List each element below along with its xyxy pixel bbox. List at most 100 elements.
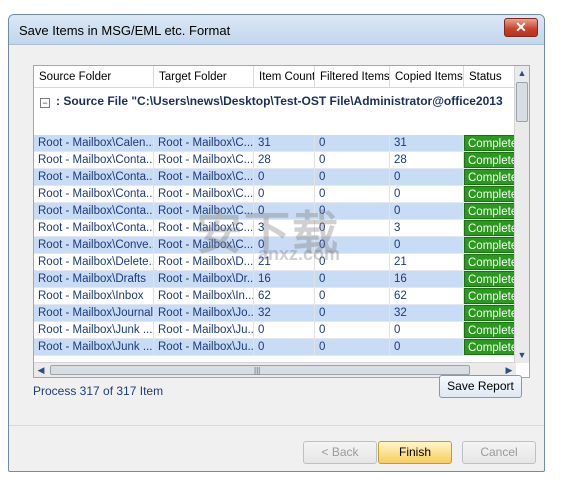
- cell-status: Completed: [464, 271, 516, 287]
- table-row[interactable]: Root - Mailbox\Calen... Root - Mailbox\C.…: [34, 135, 516, 152]
- column-header-target-folder[interactable]: Target Folder: [154, 66, 254, 88]
- status-badge: Completed: [464, 322, 515, 338]
- watermark-url: anxz.com: [258, 244, 341, 264]
- cell-item-count: 0: [254, 339, 315, 355]
- cell-item-count: 31: [254, 135, 315, 151]
- source-file-group-label: : Source File "C:\Users\news\Desktop\Tes…: [56, 94, 503, 108]
- table-row[interactable]: Root - Mailbox\Conta... Root - Mailbox\C.…: [34, 169, 516, 186]
- cell-item-count: 0: [254, 322, 315, 338]
- cell-filtered-items: 0: [315, 339, 390, 355]
- source-file-group-row[interactable]: −: Source File "C:\Users\news\Desktop\Te…: [34, 90, 516, 112]
- cell-source-folder: Root - Mailbox\Conta...: [34, 203, 154, 219]
- status-badge: Completed: [464, 203, 515, 219]
- cell-filtered-items: 0: [315, 322, 390, 338]
- column-header-item-count[interactable]: Item Count: [254, 66, 315, 88]
- table-row[interactable]: Root - Mailbox\Junk ... Root - Mailbox\Ju…: [34, 339, 516, 356]
- status-badge: Completed: [464, 254, 515, 270]
- cell-source-folder: Root - Mailbox\Conta...: [34, 152, 154, 168]
- collapse-icon[interactable]: −: [40, 98, 50, 108]
- cell-target-folder: Root - Mailbox\Jo...: [154, 305, 254, 321]
- cell-filtered-items: 0: [315, 288, 390, 304]
- save-report-button[interactable]: Save Report: [439, 375, 522, 398]
- cell-target-folder: Root - Mailbox\Ju...: [154, 322, 254, 338]
- cell-copied-items: 16: [390, 271, 464, 287]
- cell-source-folder: Root - Mailbox\Junk ...: [34, 322, 154, 338]
- finish-button[interactable]: Finish: [378, 441, 452, 464]
- cell-source-folder: Root - Mailbox\Conta...: [34, 169, 154, 185]
- status-badge: Completed: [464, 220, 515, 236]
- cell-target-folder: Root - Mailbox\In...: [154, 288, 254, 304]
- back-button[interactable]: < Back: [303, 441, 377, 464]
- cell-status: Completed: [464, 220, 516, 236]
- vertical-scroll-thumb[interactable]: [516, 82, 528, 122]
- cancel-button[interactable]: Cancel: [462, 441, 536, 464]
- column-header-status[interactable]: Status: [464, 66, 516, 88]
- table-row[interactable]: Root - Mailbox\Inbox Root - Mailbox\In...…: [34, 288, 516, 305]
- status-badge: Completed: [464, 271, 515, 287]
- table-row[interactable]: Root - Mailbox\Journal Root - Mailbox\Jo.…: [34, 305, 516, 322]
- cell-source-folder: Root - Mailbox\Calen...: [34, 135, 154, 151]
- cell-copied-items: 0: [390, 237, 464, 253]
- cell-source-folder: Root - Mailbox\Inbox: [34, 288, 154, 304]
- scroll-left-arrow-icon[interactable]: ◀: [34, 363, 48, 377]
- cell-status: Completed: [464, 169, 516, 185]
- status-badge: Completed: [464, 152, 515, 168]
- table-row[interactable]: Root - Mailbox\Drafts Root - Mailbox\Dr..…: [34, 271, 516, 288]
- cell-item-count: 16: [254, 271, 315, 287]
- cell-item-count: 28: [254, 152, 315, 168]
- cell-item-count: 62: [254, 288, 315, 304]
- cell-source-folder: Root - Mailbox\Conta...: [34, 186, 154, 202]
- vertical-scrollbar[interactable]: ▲ ▼: [514, 66, 529, 363]
- status-badge: Completed: [464, 339, 515, 355]
- cell-status: Completed: [464, 254, 516, 270]
- status-badge: Completed: [464, 305, 515, 321]
- footer-divider: [9, 425, 544, 426]
- cell-source-folder: Root - Mailbox\Conve...: [34, 237, 154, 253]
- process-status-text: Process 317 of 317 Item: [33, 384, 164, 398]
- cell-copied-items: 0: [390, 339, 464, 355]
- column-header-filtered-items[interactable]: Filtered Items: [315, 66, 390, 88]
- cell-status: Completed: [464, 186, 516, 202]
- cell-filtered-items: 0: [315, 271, 390, 287]
- cell-status: Completed: [464, 305, 516, 321]
- status-badge: Completed: [464, 237, 515, 253]
- cell-copied-items: 62: [390, 288, 464, 304]
- cell-copied-items: 28: [390, 152, 464, 168]
- cell-copied-items: 21: [390, 254, 464, 270]
- close-button[interactable]: ✕: [504, 18, 538, 37]
- cell-source-folder: Root - Mailbox\Drafts: [34, 271, 154, 287]
- horizontal-scroll-thumb[interactable]: |||: [50, 365, 470, 375]
- cell-status: Completed: [464, 152, 516, 168]
- column-header-copied-items[interactable]: Copied Items: [390, 66, 464, 88]
- scroll-down-arrow-icon[interactable]: ▼: [515, 348, 529, 363]
- status-badge: Completed: [464, 186, 515, 202]
- cell-source-folder: Root - Mailbox\Delete...: [34, 254, 154, 270]
- cell-target-folder: Root - Mailbox\Ju...: [154, 339, 254, 355]
- cell-copied-items: 0: [390, 169, 464, 185]
- cell-filtered-items: 0: [315, 135, 390, 151]
- cell-copied-items: 32: [390, 305, 464, 321]
- status-badge: Completed: [464, 288, 515, 304]
- cell-source-folder: Root - Mailbox\Conta...: [34, 220, 154, 236]
- dialog-title: Save Items in MSG/EML etc. Format: [19, 23, 231, 38]
- scroll-up-arrow-icon[interactable]: ▲: [515, 66, 529, 81]
- cell-item-count: 0: [254, 169, 315, 185]
- cell-copied-items: 0: [390, 186, 464, 202]
- cell-source-folder: Root - Mailbox\Journal: [34, 305, 154, 321]
- cell-filtered-items: 0: [315, 169, 390, 185]
- cell-target-folder: Root - Mailbox\C...: [154, 135, 254, 151]
- cell-source-folder: Root - Mailbox\Junk ...: [34, 339, 154, 355]
- status-badge: Completed: [464, 169, 515, 185]
- cell-copied-items: 31: [390, 135, 464, 151]
- cell-filtered-items: 0: [315, 305, 390, 321]
- cell-target-folder: Root - Mailbox\Dr...: [154, 271, 254, 287]
- cell-target-folder: Root - Mailbox\C...: [154, 169, 254, 185]
- cell-item-count: 32: [254, 305, 315, 321]
- table-row[interactable]: Root - Mailbox\Junk ... Root - Mailbox\Ju…: [34, 322, 516, 339]
- table-row[interactable]: Root - Mailbox\Conta... Root - Mailbox\C.…: [34, 152, 516, 169]
- cell-filtered-items: 0: [315, 152, 390, 168]
- cell-status: Completed: [464, 203, 516, 219]
- column-header-source-folder[interactable]: Source Folder: [34, 66, 154, 88]
- status-badge: Completed: [464, 135, 515, 151]
- cell-status: Completed: [464, 237, 516, 253]
